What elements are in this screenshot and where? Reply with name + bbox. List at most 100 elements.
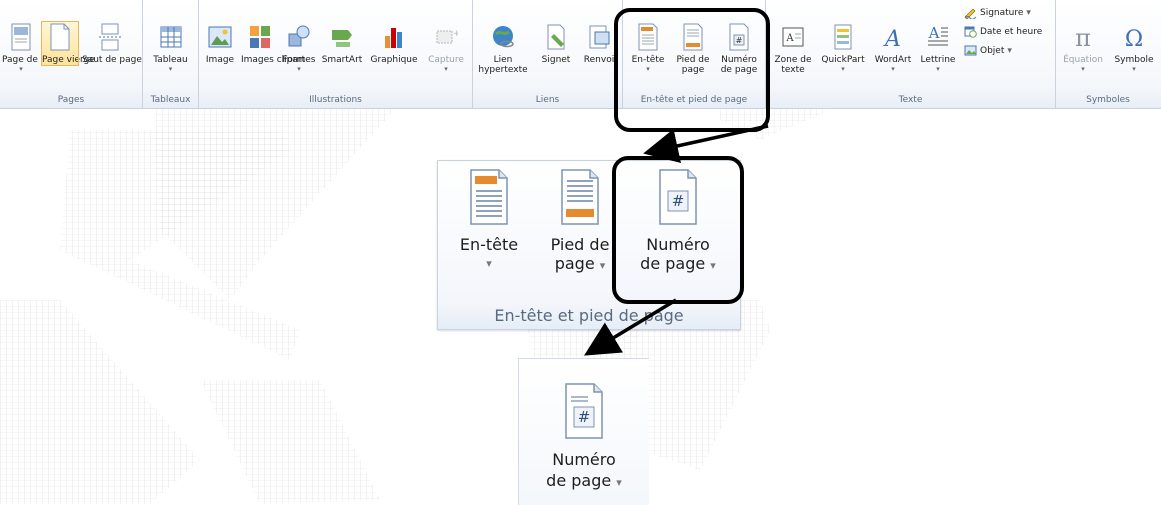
zoom2-numero-label-2: de page — [546, 471, 612, 490]
zoom-pied-label-2-row: page ▾ — [536, 254, 624, 275]
zoom2-numero-de-page-button[interactable]: # Numéro de page ▾ — [519, 381, 649, 493]
cross-reference-icon — [589, 25, 610, 49]
clipart-icon — [250, 26, 270, 48]
hyperlink-globe-icon — [493, 26, 514, 48]
dropdown-arrow-icon: ▾ — [1081, 65, 1085, 73]
smartart-icon — [332, 30, 352, 47]
bookmark-icon — [547, 24, 565, 50]
zoom-en-tete-label: En-tête — [459, 235, 519, 254]
zoomed-page-number-button-panel: # Numéro de page ▾ — [518, 358, 649, 505]
objet-label: Objet — [980, 45, 1005, 56]
group-label-symboles: Symboles — [1086, 95, 1130, 105]
pied-de-page-label: Pied de page — [676, 55, 710, 75]
page-de-garde-button[interactable]: Page de garde ▾ — [2, 22, 67, 73]
picture-icon — [208, 26, 232, 48]
dropdown-arrow-icon: ▾ — [1132, 65, 1136, 73]
lettrine-button[interactable]: A Lettrine ▾ — [916, 22, 960, 73]
zoomed-header-footer-group: En-tête ▾ Pied de page ▾ # Numéro de pag… — [437, 160, 741, 330]
svg-text:+: + — [453, 29, 458, 39]
pied-de-page-button[interactable]: Pied de page — [671, 22, 715, 75]
zone-de-texte-label: Zone de texte — [774, 55, 812, 75]
objet-button[interactable]: Objet ▾ — [964, 44, 1012, 57]
group-liens: Lien hypertexte Signet Renvoi Liens — [473, 0, 623, 108]
svg-text:A: A — [785, 33, 794, 44]
quickpart-button[interactable]: QuickPart ▾ — [818, 22, 868, 73]
zoom-numero-de-page-button[interactable]: # Numéro de page ▾ — [626, 167, 730, 275]
formes-button[interactable]: Formes ▾ — [281, 22, 317, 73]
dropdown-arrow-icon: ▾ — [841, 65, 845, 73]
zoom-numero-label-2: de page — [640, 254, 706, 273]
pi-icon: π — [1075, 24, 1091, 52]
graphique-button[interactable]: Graphique — [367, 22, 421, 65]
group-entete-pied: En-tête ▾ Pied de page # Numéro de page … — [623, 0, 766, 108]
dropdown-arrow-icon: ▾ — [297, 65, 301, 73]
page-number-icon: # — [729, 23, 749, 51]
graphique-label: Graphique — [370, 55, 418, 65]
signature-icon — [964, 8, 977, 19]
dropdown-arrow-icon: ▾ — [710, 259, 716, 272]
zoom-group-label: En-tête et pied de page — [494, 306, 684, 325]
svg-text:Ω: Ω — [1125, 27, 1143, 52]
group-label-texte: Texte — [898, 95, 923, 105]
images-clipart-label: Images clipart — [241, 55, 306, 65]
smartart-label: SmartArt — [321, 55, 363, 65]
dropdown-arrow-icon: ▾ — [616, 476, 622, 489]
dropdown-arrow-icon: ▾ — [19, 65, 23, 73]
svg-text:π: π — [1075, 24, 1091, 52]
page-number-icon: # — [565, 383, 603, 439]
dropdown-arrow-icon: ▾ — [486, 257, 492, 270]
renvoi-button[interactable]: Renvoi — [579, 22, 619, 65]
page-vierge-button[interactable]: Page vierge — [41, 21, 95, 66]
svg-text:#: # — [736, 36, 743, 45]
group-label-illustrations: Illustrations — [309, 95, 362, 105]
tableau-button[interactable]: Tableau ▾ — [147, 22, 194, 73]
signature-button[interactable]: Signature ▾ — [964, 6, 1031, 19]
zoom-numero-label-1: Numéro — [646, 235, 710, 254]
lien-hypertexte-button[interactable]: Lien hypertexte — [477, 22, 529, 75]
images-clipart-button[interactable]: Images clipart — [241, 22, 306, 65]
shapes-icon — [288, 25, 310, 47]
table-icon — [160, 26, 181, 48]
group-label-liens: Liens — [535, 95, 560, 105]
zoom-pied-label-1: Pied de — [550, 235, 610, 254]
zoom2-numero-label-2-row: de page ▾ — [519, 470, 649, 493]
dropdown-arrow-icon: ▾ — [936, 65, 940, 73]
wordart-button[interactable]: A WordArt ▾ — [870, 22, 916, 73]
equation-button[interactable]: π Équation ▾ — [1058, 22, 1108, 73]
zone-de-texte-button[interactable]: A Zone de texte — [770, 22, 816, 75]
quickpart-label: QuickPart — [821, 55, 865, 65]
en-tete-button[interactable]: En-tête ▾ — [625, 22, 671, 73]
svg-text:A: A — [928, 24, 940, 42]
svg-text:#: # — [672, 192, 685, 210]
saut-de-page-button[interactable]: Saut de page — [82, 22, 142, 65]
image-button[interactable]: Image — [201, 22, 239, 65]
numero-de-page-button[interactable]: # Numéro de page — [715, 22, 763, 75]
zoom-pied-de-page-button[interactable]: Pied de page ▾ — [536, 167, 624, 275]
group-label-entete: En-tête et pied de page — [640, 95, 748, 105]
footer-icon — [561, 169, 599, 225]
equation-label: Équation — [1063, 55, 1103, 65]
header-icon — [470, 169, 508, 225]
page-break-icon — [99, 23, 121, 51]
formes-label: Formes — [282, 55, 316, 65]
symbole-button[interactable]: Ω Symbole ▾ — [1110, 22, 1158, 73]
text-box-icon: A — [782, 27, 804, 47]
date-et-heure-button[interactable]: Date et heure — [964, 25, 1042, 38]
capture-label: Capture — [428, 55, 464, 65]
renvoi-label: Renvoi — [583, 55, 615, 65]
smartart-button[interactable]: SmartArt — [319, 22, 365, 65]
zoom2-numero-label-1: Numéro — [552, 450, 616, 469]
signet-button[interactable]: Signet — [535, 22, 577, 65]
lettrine-label: Lettrine — [920, 55, 956, 65]
group-pages: Page de garde ▾ Page vierge Saut de page… — [0, 0, 143, 108]
cover-page-icon — [11, 23, 31, 51]
arrow-to-zoom1 — [643, 124, 769, 164]
group-illustrations: Image Images clipart Formes ▾ SmartArt G… — [199, 0, 473, 108]
page-vierge-label: Page vierge — [42, 55, 95, 65]
group-label-tableaux: Tableaux — [150, 95, 191, 105]
en-tete-label: En-tête — [631, 55, 665, 65]
zoom-numero-label-2-row: de page ▾ — [626, 254, 730, 275]
zoom-en-tete-button[interactable]: En-tête ▾ — [446, 167, 532, 273]
svg-text:#: # — [578, 408, 591, 426]
capture-button[interactable]: + Capture ▾ — [423, 22, 469, 73]
